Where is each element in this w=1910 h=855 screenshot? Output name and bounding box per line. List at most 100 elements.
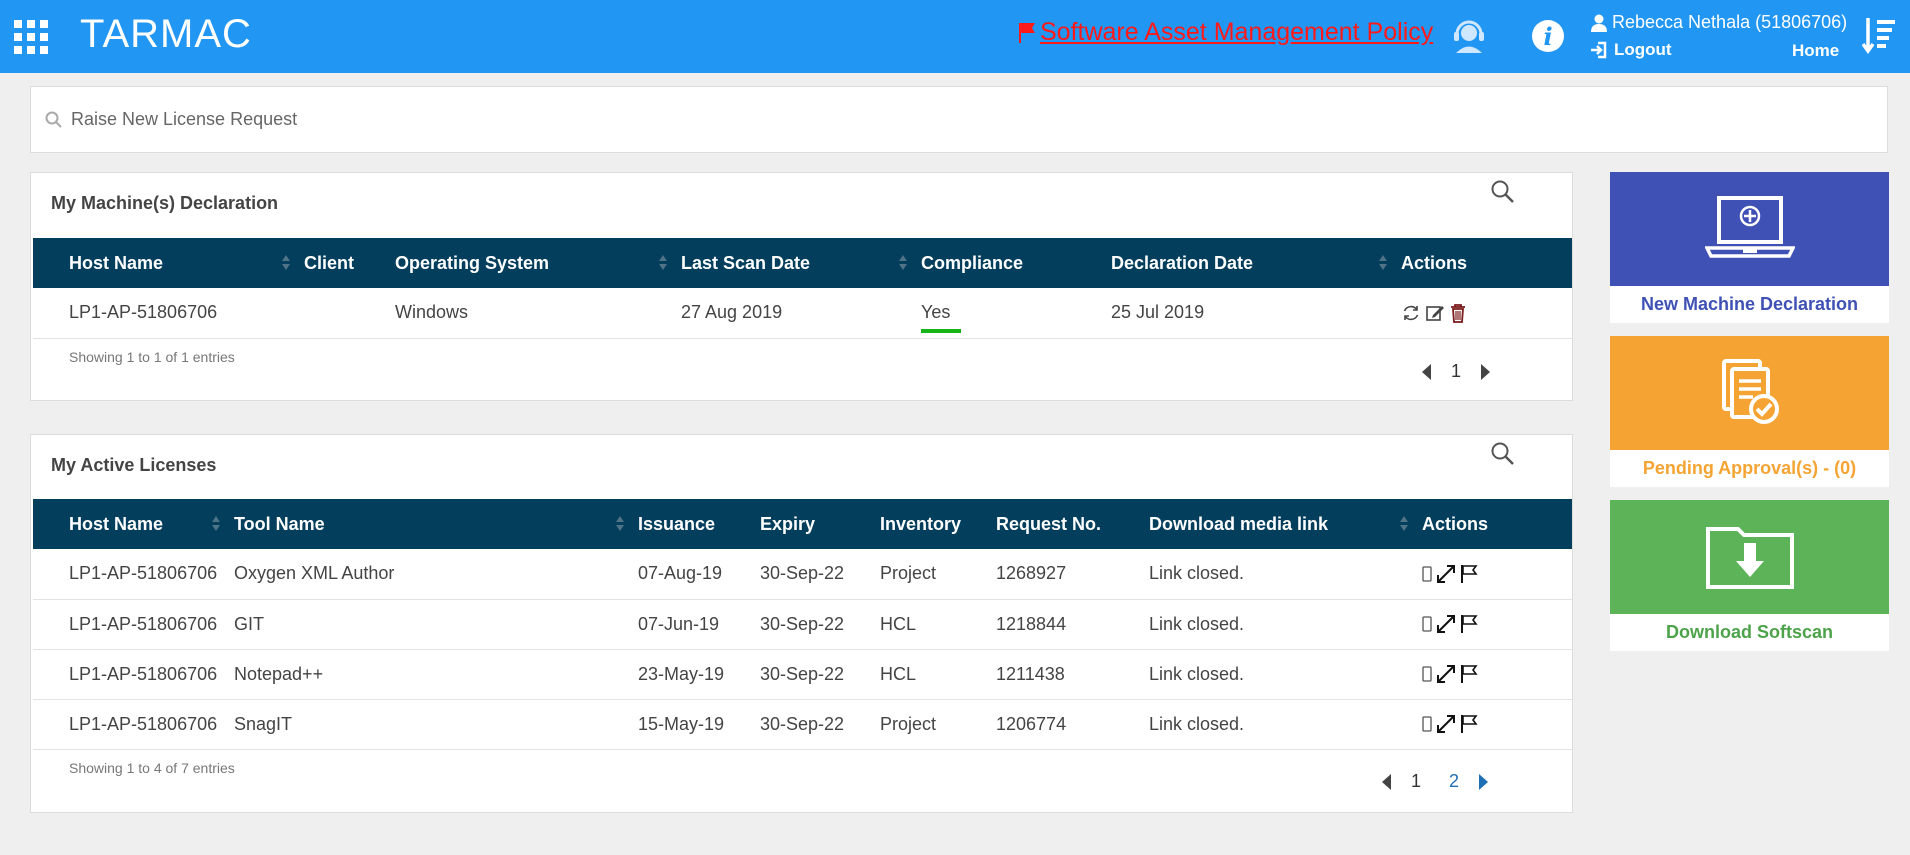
column-header[interactable]: Last Scan Date: [681, 238, 921, 288]
mobile-icon[interactable]: [1422, 666, 1432, 682]
inventory-cell: Project: [880, 699, 996, 750]
expiry-cell: 30-Sep-22: [760, 599, 880, 650]
column-header[interactable]: Download media link: [1149, 499, 1422, 549]
next-page-icon[interactable]: [1473, 772, 1493, 792]
entries-info: Showing 1 to 4 of 7 entries: [69, 760, 235, 776]
inventory-cell: HCL: [880, 599, 996, 650]
column-header[interactable]: Client: [304, 238, 395, 288]
mobile-icon[interactable]: [1422, 716, 1432, 732]
prev-page-icon[interactable]: [1417, 362, 1437, 382]
flag-icon[interactable]: [1460, 614, 1478, 634]
mobile-icon[interactable]: [1422, 566, 1432, 582]
column-header[interactable]: Compliance: [921, 238, 1111, 288]
top-header: TARMAC Software Asset Management Policy …: [0, 0, 1910, 73]
actions-cell: [1422, 599, 1572, 650]
compliance-cell: Yes: [921, 288, 1111, 339]
page-1-button[interactable]: 1: [1437, 361, 1475, 382]
flag-icon[interactable]: [1460, 564, 1478, 584]
sort-list-icon[interactable]: [1861, 16, 1898, 61]
column-header[interactable]: Host Name: [33, 238, 304, 288]
host-name-cell: LP1-AP-51806706: [33, 599, 234, 650]
table-header-row: Host Name Tool Name Issuance Expiry Inve…: [33, 499, 1572, 549]
prev-page-icon[interactable]: [1377, 772, 1397, 792]
tool-name-cell: Oxygen XML Author: [234, 549, 638, 600]
request-no-cell: 1206774: [996, 699, 1149, 750]
expand-icon[interactable]: [1436, 614, 1456, 634]
column-header: Actions: [1401, 252, 1468, 273]
search-icon[interactable]: [1490, 441, 1516, 472]
issuance-cell: 23-May-19: [638, 649, 760, 700]
edit-icon[interactable]: [1425, 303, 1445, 323]
licenses-table-body: LP1-AP-51806706 Oxygen XML Author 07-Aug-1…: [33, 549, 1572, 750]
document-check-icon: [1721, 359, 1779, 424]
compliance-status: Yes: [921, 302, 962, 334]
column-header[interactable]: Tool Name: [234, 499, 638, 549]
pending-approvals-card[interactable]: Pending Approval(s) - (0): [1610, 336, 1889, 487]
tool-name-cell: SnagIT: [234, 699, 638, 750]
sort-icon: [282, 255, 290, 271]
mobile-icon[interactable]: [1422, 616, 1432, 632]
download-link-cell: Link closed.: [1149, 599, 1422, 650]
info-icon[interactable]: i: [1532, 20, 1564, 52]
inventory-cell: HCL: [880, 649, 996, 700]
actions-cell: [1422, 549, 1572, 600]
sort-icon: [212, 516, 220, 532]
trash-icon[interactable]: [1449, 303, 1467, 323]
new-machine-declaration-card[interactable]: New Machine Declaration: [1610, 172, 1889, 323]
column-header[interactable]: Inventory: [880, 499, 996, 549]
actions-cell: [1422, 649, 1572, 700]
request-no-cell: 1218844: [996, 599, 1149, 650]
panel-title: My Active Licenses: [51, 455, 217, 475]
next-page-icon[interactable]: [1475, 362, 1495, 382]
logout-label: Logout: [1614, 40, 1672, 59]
table-header-row: Host Name Client Operating System Last S…: [33, 238, 1572, 288]
column-header[interactable]: Operating System: [395, 238, 681, 288]
actions-cell: [1422, 699, 1572, 750]
sort-icon: [1400, 516, 1408, 532]
column-header[interactable]: Declaration Date: [1111, 238, 1401, 288]
issuance-cell: 15-May-19: [638, 699, 760, 750]
search-icon[interactable]: [1490, 179, 1516, 210]
machines-table: Host Name Client Operating System Last S…: [33, 238, 1572, 339]
declaration-date-cell: 25 Jul 2019: [1111, 288, 1401, 339]
panel-title: My Machine(s) Declaration: [51, 193, 279, 213]
card-label: Download Softscan: [1665, 622, 1833, 642]
policy-link[interactable]: Software Asset Management Policy: [1018, 18, 1433, 47]
pagination: 1: [1417, 361, 1495, 382]
sort-icon: [899, 255, 907, 271]
download-link-cell: Link closed.: [1149, 699, 1422, 750]
os-cell: Windows: [395, 288, 681, 339]
home-link[interactable]: Home: [1792, 41, 1839, 61]
expand-icon[interactable]: [1436, 664, 1456, 684]
headset-icon[interactable]: [1452, 16, 1486, 59]
flag-icon[interactable]: [1460, 714, 1478, 734]
sort-icon: [659, 255, 667, 271]
machine-declaration-panel: My Machine(s) Declaration Host Name Clie…: [30, 172, 1573, 401]
flag-icon[interactable]: [1460, 664, 1478, 684]
last-scan-cell: 27 Aug 2019: [681, 288, 921, 339]
license-request-search: [30, 86, 1888, 153]
host-name-cell: LP1-AP-51806706: [33, 649, 234, 700]
policy-link-label: Software Asset Management Policy: [1040, 18, 1434, 46]
logout-button[interactable]: Logout: [1590, 40, 1672, 60]
column-header[interactable]: Request No.: [996, 499, 1149, 549]
apps-grid-icon[interactable]: [14, 20, 48, 54]
host-name-cell: LP1-AP-51806706: [33, 288, 304, 339]
expand-icon[interactable]: [1436, 714, 1456, 734]
host-name-cell: LP1-AP-51806706: [33, 699, 234, 750]
issuance-cell: 07-Aug-19: [638, 549, 760, 600]
expand-icon[interactable]: [1436, 564, 1456, 584]
column-header[interactable]: Expiry: [760, 499, 880, 549]
flag-icon: [1019, 22, 1035, 43]
column-header[interactable]: Issuance: [638, 499, 760, 549]
license-request-input[interactable]: [71, 109, 1771, 130]
column-header[interactable]: Host Name: [33, 499, 234, 549]
page-1-button[interactable]: 1: [1397, 771, 1435, 792]
column-header: Actions: [1422, 513, 1489, 534]
table-row: LP1-AP-51806706 Oxygen XML Author 07-Aug-1…: [33, 549, 1572, 600]
client-cell: [304, 288, 395, 339]
refresh-icon[interactable]: [1401, 303, 1421, 323]
expiry-cell: 30-Sep-22: [760, 549, 880, 600]
download-softscan-card[interactable]: Download Softscan: [1610, 500, 1889, 651]
page-2-button[interactable]: 2: [1435, 771, 1473, 792]
